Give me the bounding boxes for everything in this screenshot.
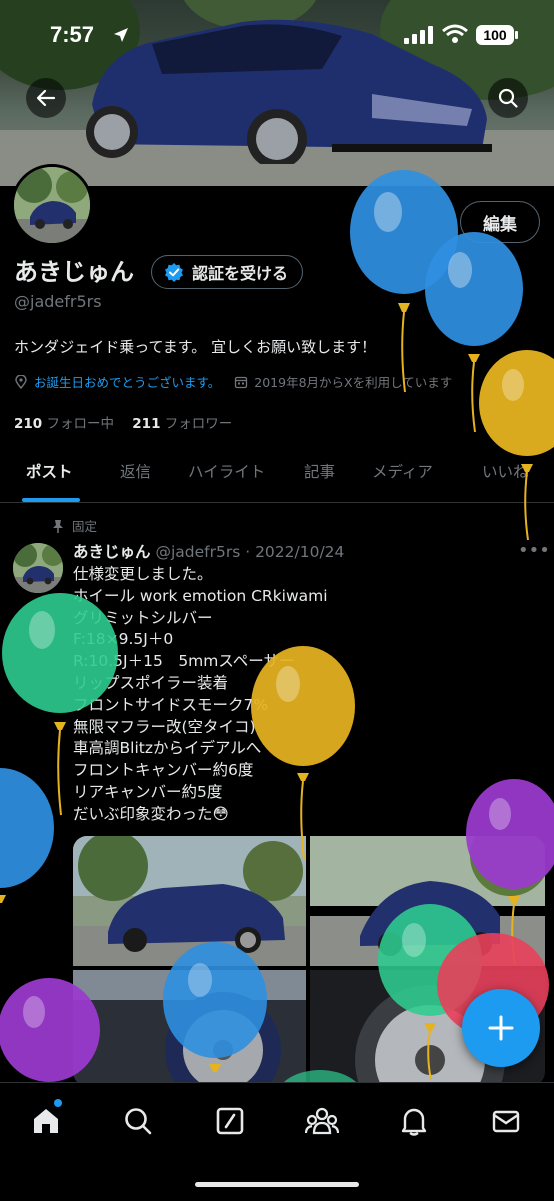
- balloon-icon: [163, 942, 267, 1072]
- nav-home[interactable]: [26, 1099, 66, 1141]
- home-indicator: [195, 1182, 359, 1187]
- nav-notifications[interactable]: [394, 1101, 434, 1141]
- grok-icon: [216, 1107, 244, 1135]
- notifications-icon: [401, 1108, 427, 1136]
- plus-icon: [488, 1015, 514, 1041]
- home-notification-dot: [54, 1099, 62, 1107]
- communities-icon: [305, 1107, 339, 1135]
- balloon-icon: [0, 978, 100, 1096]
- nav-communities[interactable]: [302, 1101, 342, 1141]
- search-icon: [125, 1108, 152, 1135]
- nav-search[interactable]: [118, 1101, 158, 1141]
- home-icon: [34, 1109, 58, 1133]
- nav-grok[interactable]: [210, 1101, 250, 1141]
- balloon-icon: [251, 646, 355, 861]
- nav-messages[interactable]: [486, 1101, 526, 1141]
- balloon-icon: [0, 768, 54, 903]
- compose-post-button[interactable]: [462, 989, 540, 1067]
- balloon-icon: [479, 350, 554, 541]
- messages-icon: [492, 1110, 520, 1133]
